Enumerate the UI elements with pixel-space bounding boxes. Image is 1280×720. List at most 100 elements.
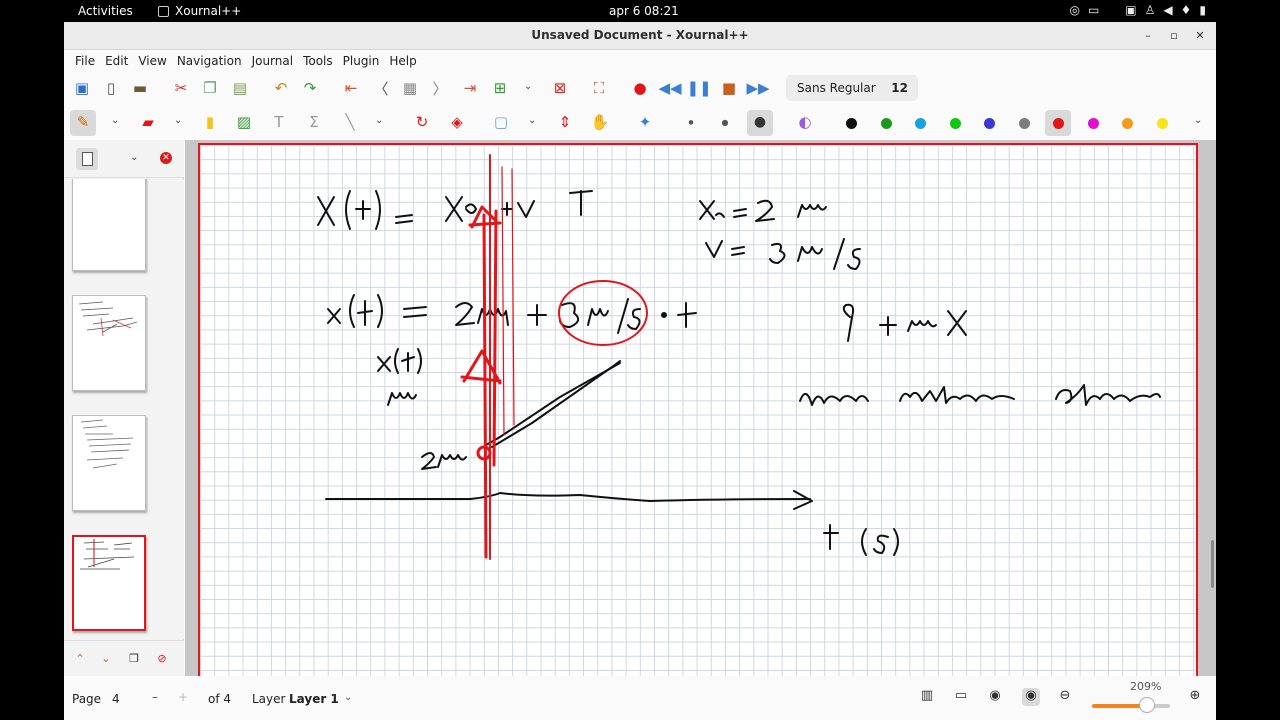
stop-icon[interactable]: ■	[719, 78, 739, 98]
insert-page-icon[interactable]: ⊞	[490, 78, 510, 98]
pen-options-dropdown-icon[interactable]: ⌄	[111, 115, 119, 126]
cut-icon[interactable]: ✂	[171, 78, 191, 98]
menu-journal[interactable]: Journal	[247, 50, 299, 72]
page-decrement-button[interactable]: –	[152, 690, 158, 704]
more-colors-dropdown-icon[interactable]: ⌄	[1194, 115, 1202, 126]
font-selector[interactable]: Sans Regular 12	[786, 75, 918, 101]
notebook-page[interactable]	[198, 143, 1198, 676]
page-increment-button[interactable]: +	[178, 690, 188, 704]
color-swatch[interactable]	[949, 118, 961, 129]
layer-selector[interactable]: Layer 1	[289, 692, 339, 706]
layer-dropdown-icon[interactable]: ⌄	[344, 692, 352, 703]
text-tool-icon[interactable]: T	[269, 112, 289, 132]
vertical-scrollbar[interactable]	[1211, 540, 1214, 588]
title-bar[interactable]: Unsaved Document - Xournal++ – ▫ ✕	[64, 22, 1216, 50]
insert-page-dropdown-icon[interactable]: ⌄	[524, 81, 532, 92]
zoom-100-icon[interactable]: ◉	[1022, 688, 1040, 706]
copy-icon[interactable]: ❐	[200, 78, 220, 98]
menu-view[interactable]: View	[133, 50, 171, 72]
menu-file[interactable]: File	[70, 50, 100, 72]
menu-help[interactable]: Help	[384, 50, 421, 72]
app-menu[interactable]: Xournal++	[158, 4, 241, 18]
highlighter-tool-icon[interactable]: ▮	[200, 112, 220, 132]
pen-tool-icon[interactable]: ✎	[73, 112, 93, 132]
color-swatch[interactable]	[846, 118, 857, 129]
floating-toolbox-icon[interactable]: ✦	[635, 112, 655, 132]
system-tray[interactable]: ◎ ▭ ▣ ♙ ◀ ♦ ▮	[1069, 3, 1206, 17]
copy-page-icon[interactable]: ❐	[126, 651, 142, 667]
select-dropdown-icon[interactable]: ⌄	[528, 115, 536, 126]
vertical-space-icon[interactable]: ⇕	[555, 112, 575, 132]
screenshot-icon[interactable]: ▣	[1125, 3, 1136, 17]
display-icon[interactable]: ▭	[1088, 3, 1099, 17]
undo-icon[interactable]: ↶	[271, 78, 291, 98]
sidebar-mode-dropdown-icon[interactable]: ⌄	[130, 152, 138, 163]
battery-icon[interactable]: ▮	[1199, 3, 1206, 17]
lasso-select-icon[interactable]: ↻	[412, 112, 432, 132]
microphone-icon[interactable]: ♦	[1181, 3, 1192, 17]
page-thumbnail-2[interactable]	[72, 295, 146, 391]
color-swatch[interactable]	[1156, 118, 1168, 129]
activities-button[interactable]: Activities	[78, 4, 133, 18]
maximize-button[interactable]: ▫	[1164, 26, 1184, 46]
color-swatch[interactable]	[880, 118, 892, 129]
medium-size-icon[interactable]: ●	[715, 112, 735, 132]
page-number-field[interactable]: 4	[112, 692, 120, 706]
color-swatch[interactable]	[915, 118, 926, 129]
eraser-tool-icon[interactable]: ▰	[138, 112, 158, 132]
image-tool-icon[interactable]: ▨	[234, 112, 254, 132]
zoom-slider-handle[interactable]	[1138, 697, 1155, 713]
go-last-page-icon[interactable]: ⇥	[460, 78, 480, 98]
move-page-down-icon[interactable]: ⌄	[98, 651, 114, 667]
minimize-button[interactable]: –	[1138, 26, 1158, 46]
zoom-in-icon[interactable]: ⊕	[1186, 688, 1204, 706]
move-page-up-icon[interactable]: ⌃	[72, 651, 88, 667]
fullscreen-icon[interactable]: ⛶	[589, 78, 609, 98]
color-swatch[interactable]	[1087, 118, 1099, 129]
page-thumbnail-3[interactable]	[72, 415, 146, 511]
volume-icon[interactable]: ◀	[1163, 3, 1172, 17]
canvas-area[interactable]	[185, 140, 1216, 676]
open-folder-icon[interactable]: ▬	[130, 78, 150, 98]
line-tool-icon[interactable]: ╲	[340, 112, 360, 132]
shape-dropdown-icon[interactable]: ⌄	[375, 115, 383, 126]
thin-size-icon[interactable]: ●	[681, 112, 701, 132]
previous-page-icon[interactable]: 〈	[371, 78, 391, 98]
new-document-icon[interactable]: ▯	[101, 78, 121, 98]
thick-size-icon[interactable]: ●	[750, 112, 770, 132]
rewind-icon[interactable]: ◀◀	[658, 78, 681, 98]
color-swatch[interactable]	[984, 118, 995, 129]
redo-icon[interactable]: ↷	[300, 78, 320, 98]
select-rectangle-icon[interactable]: ▢	[491, 112, 511, 132]
menu-tools[interactable]: Tools	[298, 50, 338, 72]
fast-forward-icon[interactable]: ▶▶	[746, 78, 769, 98]
fill-toggle-icon[interactable]: ◐	[795, 112, 815, 132]
record-icon[interactable]: ●	[630, 78, 650, 98]
page-thumbnail-4[interactable]	[72, 535, 146, 631]
go-first-page-icon[interactable]: ⇤	[341, 78, 361, 98]
color-swatch[interactable]	[1018, 118, 1030, 129]
goto-page-icon[interactable]: ▦	[400, 78, 420, 98]
handwritten-notes[interactable]	[200, 145, 1200, 676]
paste-icon[interactable]: ▤	[230, 78, 250, 98]
select-object-icon[interactable]: ◈	[447, 112, 467, 132]
close-sidebar-icon[interactable]: ✕	[160, 152, 172, 164]
clock[interactable]: apr 6 08:21	[609, 4, 679, 18]
delete-page-icon[interactable]: ⊠	[550, 78, 570, 98]
page-thumbnail-1[interactable]	[72, 179, 146, 271]
dual-page-icon[interactable]: ▥	[918, 688, 936, 706]
zoom-out-icon[interactable]: ⊖	[1056, 688, 1074, 706]
next-page-icon[interactable]: 〉	[430, 78, 450, 98]
page-preview-icon[interactable]	[76, 148, 98, 170]
zoom-fit-icon[interactable]: ◉	[986, 688, 1004, 706]
help-icon[interactable]: ◎	[1069, 3, 1079, 17]
hand-tool-icon[interactable]: ✋	[590, 112, 610, 132]
presentation-mode-icon[interactable]: ▭	[952, 688, 970, 706]
latex-tool-icon[interactable]: Σ	[304, 112, 324, 132]
color-swatch[interactable]	[1053, 118, 1064, 129]
save-icon[interactable]: ▣	[72, 78, 92, 98]
pause-icon[interactable]: ❚❚	[686, 78, 711, 98]
delete-page-sidebar-icon[interactable]: ⊘	[154, 651, 170, 667]
close-window-button[interactable]: ✕	[1190, 26, 1210, 46]
menu-edit[interactable]: Edit	[100, 50, 133, 72]
